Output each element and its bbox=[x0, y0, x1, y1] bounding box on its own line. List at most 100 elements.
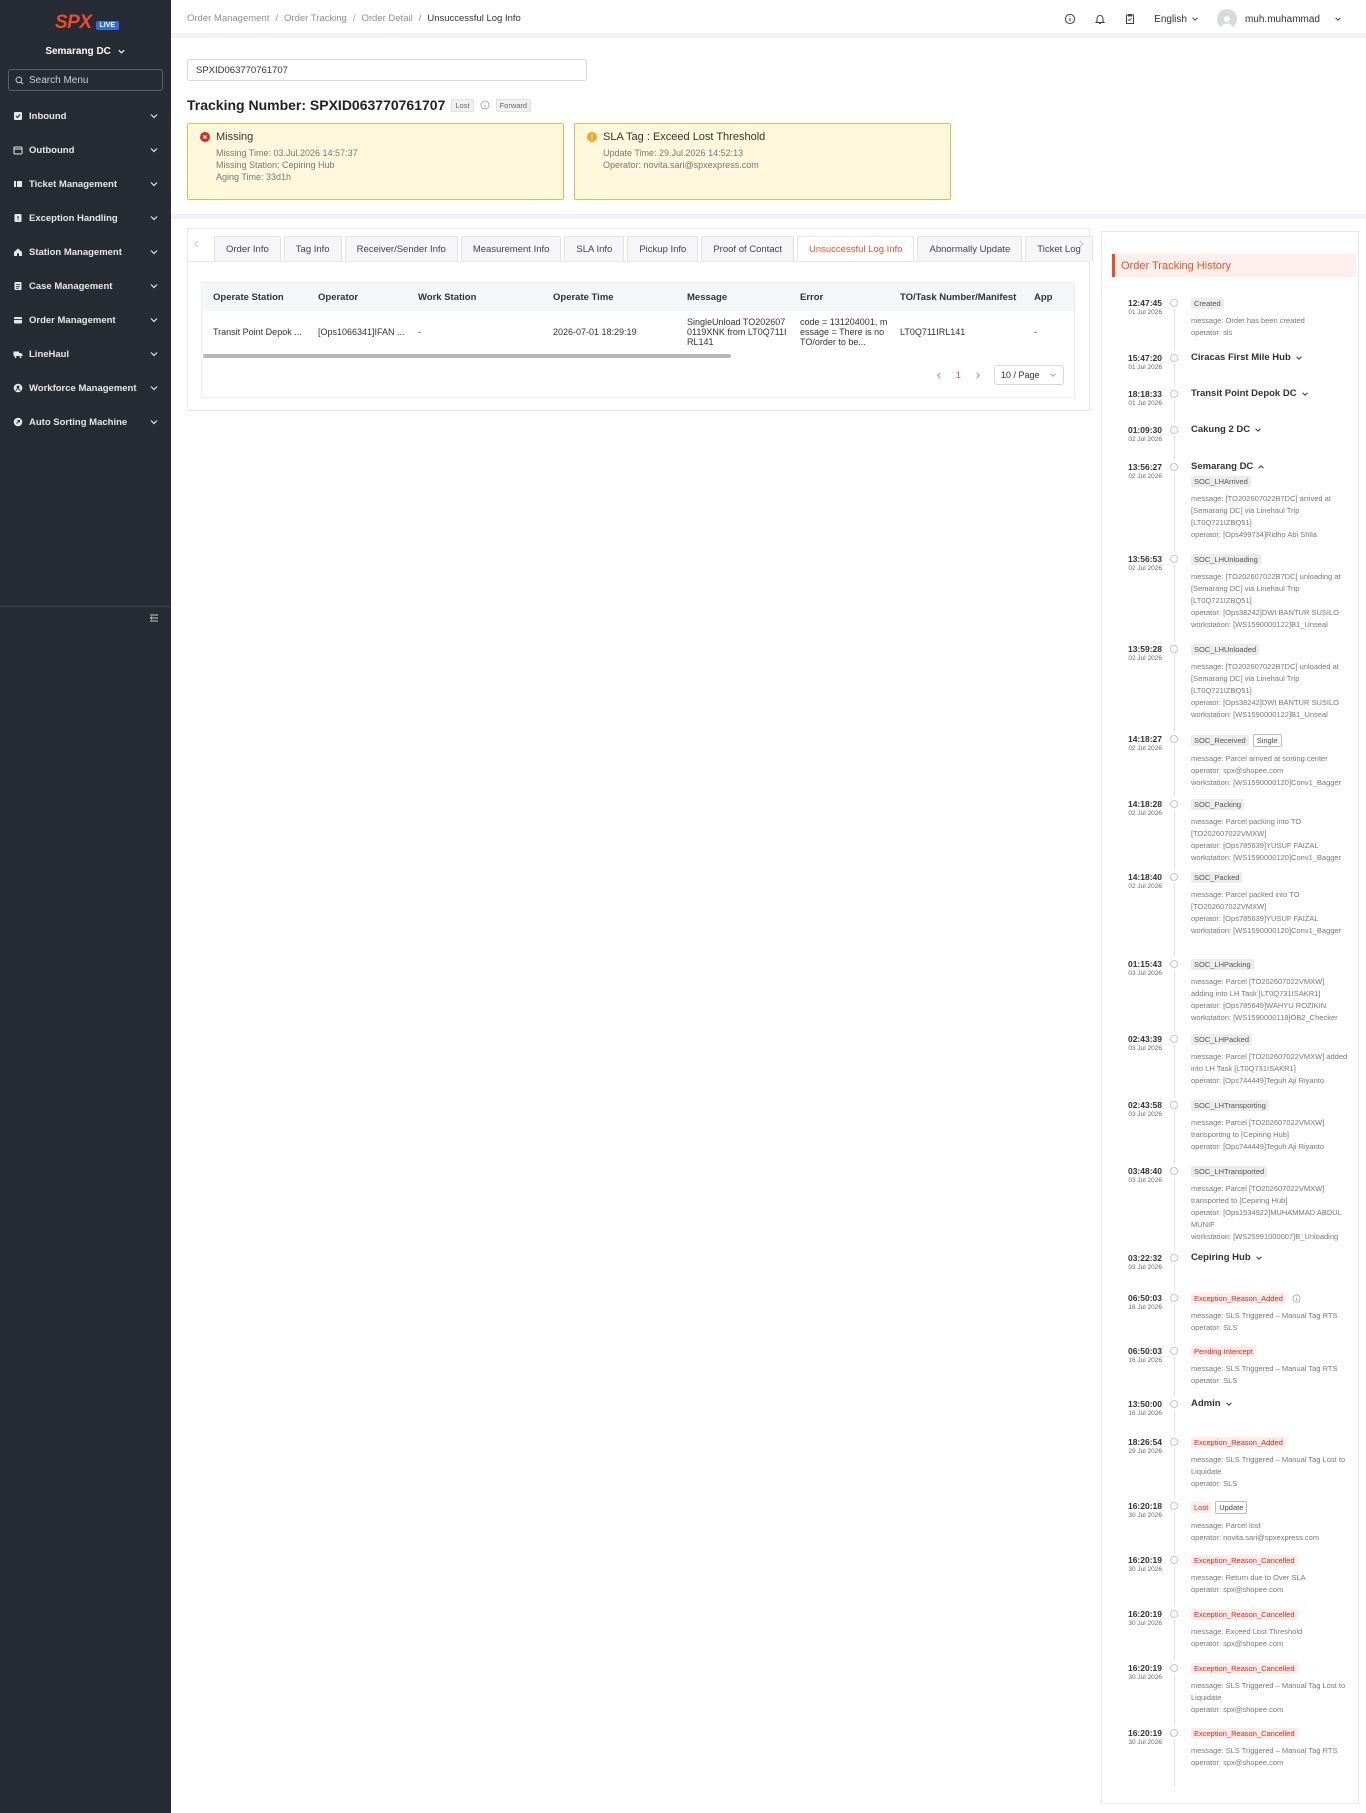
sidebar-item-label: Auto Sorting Machine bbox=[29, 416, 128, 428]
menu-collapse-icon[interactable] bbox=[148, 612, 160, 624]
section-divider bbox=[171, 214, 1366, 219]
help-circle-icon[interactable] bbox=[1292, 1294, 1301, 1303]
error-circle-icon bbox=[200, 132, 210, 142]
table-cell: [Ops1066341]IFAN ... bbox=[318, 326, 405, 337]
station-name: Semarang DC bbox=[1191, 461, 1254, 472]
event-content: SOC_Packed message: Parcel packed into TO… bbox=[1191, 872, 1356, 937]
event-time: 14:18:27 bbox=[1127, 734, 1162, 744]
event-content: Pending Intercept message: SLS Triggered … bbox=[1191, 1346, 1356, 1387]
event-date: 30 Jul 2026 bbox=[1128, 1620, 1162, 1627]
clipboard-icon[interactable] bbox=[1124, 13, 1136, 25]
sidebar-item-label: Ticket Management bbox=[29, 178, 117, 190]
event-status-badge: Exception_Reason_Added bbox=[1191, 1293, 1286, 1304]
page-size-select[interactable]: 10 / Page bbox=[994, 365, 1064, 385]
event-time: 18:18:33 bbox=[1127, 389, 1162, 399]
event-station[interactable]: Transit Point Depok DC bbox=[1191, 388, 1356, 399]
timeline-connector bbox=[1173, 1304, 1175, 1344]
timeline-dot-icon bbox=[1170, 555, 1178, 563]
sla-title: SLA Tag : Exceed Lost Threshold bbox=[603, 131, 766, 143]
sla-operator: Operator: novita.sari@spxexpress.com bbox=[603, 160, 759, 170]
search-menu-input[interactable]: Search Menu bbox=[8, 69, 163, 91]
search-menu-placeholder: Search Menu bbox=[29, 74, 89, 86]
tab-proof-of-contact[interactable]: Proof of Contact bbox=[701, 236, 794, 261]
sidebar-item-station-management[interactable]: Station Management bbox=[0, 235, 171, 269]
spx-logo[interactable]: SPX LIVE bbox=[55, 12, 120, 34]
event-station[interactable]: Semarang DC bbox=[1191, 461, 1356, 472]
help-circle-icon[interactable] bbox=[480, 100, 490, 110]
outbound-icon bbox=[13, 146, 23, 155]
timeline-dot-icon bbox=[1170, 1254, 1178, 1262]
page-size-label: 10 / Page bbox=[1001, 370, 1040, 380]
timeline-dot-icon bbox=[1170, 1101, 1178, 1109]
event-time: 01:09:30 bbox=[1127, 425, 1162, 435]
event-station[interactable]: Ciracas First Mile Hub bbox=[1191, 352, 1356, 363]
tab-unsuccessful-log-info[interactable]: Unsuccessful Log Info bbox=[797, 236, 915, 261]
column-header-app: App bbox=[1034, 291, 1053, 303]
language-selector[interactable]: English bbox=[1154, 14, 1199, 25]
chevron-right-icon[interactable] bbox=[973, 371, 982, 380]
tab-receiver-sender-info[interactable]: Receiver/Sender Info bbox=[344, 236, 458, 261]
event-date: 02 Jul 2026 bbox=[1128, 436, 1162, 443]
tab-sla-info[interactable]: SLA Info bbox=[564, 236, 625, 261]
breadcrumb-order-detail[interactable]: Order Detail bbox=[361, 13, 412, 24]
sidebar-item-workforce-management[interactable]: Workforce Management bbox=[0, 371, 171, 405]
dc-selector[interactable]: Semarang DC bbox=[0, 46, 171, 57]
sidebar-item-linehaul[interactable]: LineHaul bbox=[0, 337, 171, 371]
missing-alert-card: Missing Missing Time: 03.Jul.2026 14:57:… bbox=[187, 123, 564, 200]
tab-tag-info[interactable]: Tag Info bbox=[283, 236, 342, 261]
event-message-line: operator: [Ops744449]Teguh Aji Riyanto bbox=[1191, 1076, 1325, 1085]
event-message-line: message: Parcel packing into TO bbox=[1191, 817, 1302, 826]
event-content: Ciracas First Mile Hub bbox=[1191, 352, 1356, 363]
user-menu[interactable]: muh.muhammad bbox=[1216, 9, 1342, 29]
table-row[interactable]: Transit Point Depok ... [Ops1066341]IFAN … bbox=[202, 311, 1074, 352]
sidebar-item-ticket-management[interactable]: Ticket Management bbox=[0, 167, 171, 201]
page-number-current[interactable]: 1 bbox=[956, 370, 961, 381]
timeline-connector bbox=[1173, 1512, 1175, 1553]
tab-measurement-info[interactable]: Measurement Info bbox=[460, 236, 562, 261]
sidebar-item-case-management[interactable]: Case Management bbox=[0, 269, 171, 303]
timeline-connector bbox=[1173, 1448, 1175, 1499]
event-status-badge: Exception_Reason_Cancelled bbox=[1191, 1609, 1298, 1620]
sorting-icon bbox=[13, 417, 23, 427]
event-station[interactable]: Cepiring Hub bbox=[1191, 1252, 1356, 1263]
event-message-line: operator: spx@shopee.com bbox=[1191, 1639, 1284, 1648]
event-date: 30 Jul 2026 bbox=[1128, 1566, 1162, 1573]
timeline-dot-icon bbox=[1170, 1167, 1178, 1175]
breadcrumb-order-management[interactable]: Order Management bbox=[187, 13, 269, 24]
chevron-right-icon[interactable] bbox=[1076, 239, 1086, 249]
event-message-line: operator: SLS bbox=[1191, 1376, 1238, 1385]
event-content: Exception_Reason_Added message: SLS Trigg… bbox=[1191, 1293, 1356, 1334]
chevron-left-icon[interactable] bbox=[935, 371, 944, 380]
station-name: Cakung 2 DC bbox=[1191, 424, 1251, 435]
breadcrumb-order-tracking[interactable]: Order Tracking bbox=[284, 13, 347, 24]
sidebar-item-order-management[interactable]: Order Management bbox=[0, 303, 171, 337]
info-circle-icon[interactable] bbox=[1064, 13, 1076, 25]
tracking-number-input[interactable] bbox=[187, 59, 587, 81]
tab-abnormally-update[interactable]: Abnormally Update bbox=[917, 236, 1023, 261]
chevron-down-icon bbox=[150, 386, 158, 391]
sidebar-item-inbound[interactable]: Inbound bbox=[0, 99, 171, 133]
timeline-connector bbox=[1173, 309, 1175, 351]
sidebar-item-label: LineHaul bbox=[29, 348, 70, 360]
bell-icon[interactable] bbox=[1094, 13, 1106, 25]
tab-order-info[interactable]: Order Info bbox=[214, 236, 281, 261]
inbound-icon bbox=[14, 112, 22, 120]
event-content: Created message: Order has been created op… bbox=[1191, 298, 1356, 339]
sidebar-item-exception-handling[interactable]: Exception Handling bbox=[0, 201, 171, 235]
timeline-connector bbox=[1173, 810, 1175, 870]
horizontal-scrollbar[interactable] bbox=[203, 354, 731, 358]
event-message-line: message: Return due to Over SLA bbox=[1191, 1573, 1306, 1582]
sla-update-time: Update Time: 29.Jul.2026 14:52:13 bbox=[603, 148, 744, 158]
chevron-down-icon bbox=[1050, 373, 1056, 377]
tab-pickup-info[interactable]: Pickup Info bbox=[627, 236, 699, 261]
forward-tag: Forward bbox=[495, 98, 532, 112]
event-content: Cepiring Hub bbox=[1191, 1252, 1356, 1263]
event-message-line: Liquidate bbox=[1191, 1467, 1222, 1476]
event-message-line: [Semarang DC] via Linehaul Trip bbox=[1191, 584, 1300, 593]
sidebar-item-auto-sorting-machine[interactable]: Auto Sorting Machine bbox=[0, 405, 171, 439]
event-station[interactable]: Admin bbox=[1191, 1398, 1356, 1409]
event-content: Exception_Reason_Cancelled message: Excee… bbox=[1191, 1609, 1356, 1650]
event-message-line: message: Parcel packed into TO bbox=[1191, 890, 1300, 899]
event-station[interactable]: Cakung 2 DC bbox=[1191, 424, 1356, 435]
sidebar-item-outbound[interactable]: Outbound bbox=[0, 133, 171, 167]
